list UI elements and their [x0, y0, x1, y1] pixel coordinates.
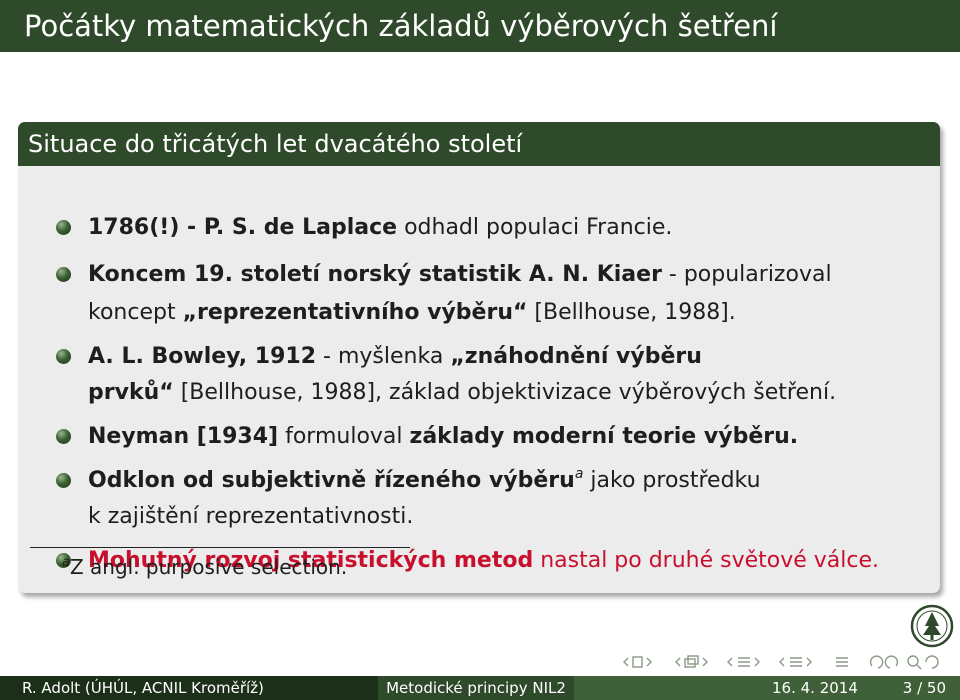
bullet-icon — [56, 349, 71, 364]
item-text: A. L. Bowley, 1912 - myšlenka „znáhodněn… — [88, 344, 702, 369]
nav-section-icon — [790, 657, 802, 667]
institution-logo-icon — [910, 604, 954, 648]
footnote: aZ angl. purposive selection. — [62, 555, 348, 579]
bullet-icon — [56, 473, 71, 488]
block-title: Situace do třicátých let dvacátého stole… — [18, 122, 940, 166]
item-text: Odklon od subjektivně řízeného výběrua j… — [88, 466, 761, 493]
nav-slide-next-icon — [646, 657, 652, 667]
item-text: Neyman [1934] formuloval základy moderní… — [88, 424, 799, 449]
nav-search-icon — [907, 655, 919, 667]
footer-author: R. Adolt (ÚHÚL, ACNIL Kroměříž) — [0, 676, 378, 700]
nav-back-icon — [869, 655, 884, 669]
item-text: k zajištění reprezentativnosti. — [88, 504, 414, 529]
bullet-icon — [56, 267, 71, 282]
nav-slide-prev-icon — [623, 657, 629, 667]
nav-document-icon — [836, 657, 848, 667]
footer-page-number: 3 / 50 — [902, 679, 946, 697]
footer: R. Adolt (ÚHÚL, ACNIL Kroměříž) Metodick… — [0, 676, 960, 700]
bullet-icon — [56, 429, 71, 444]
footer-right: 16. 4. 2014 3 / 50 — [574, 676, 960, 700]
nav-forward-icon — [884, 655, 899, 669]
bullet-icon — [56, 220, 71, 235]
item-text: prvků“ [Bellhouse, 1988], základ objekti… — [88, 380, 837, 405]
footer-talk-title: Metodické principy NIL2 — [378, 676, 574, 700]
beamer-navigation-icons[interactable] — [620, 650, 940, 674]
item-text: 1786(!) - P. S. de Laplace odhadl popula… — [88, 215, 673, 240]
item-text: Koncem 19. století norský statistik A. N… — [88, 262, 832, 287]
content-block: Situace do třicátých let dvacátého stole… — [18, 122, 940, 593]
nav-slide-icon — [632, 656, 643, 668]
nav-subsection-icon — [738, 657, 750, 667]
item-text: koncept „reprezentativního výběru“ [Bell… — [88, 300, 736, 325]
footer-date: 16. 4. 2014 — [772, 679, 858, 697]
slide-title: Počátky matematických základů výběrových… — [0, 0, 960, 52]
footnote-divider — [30, 547, 410, 548]
